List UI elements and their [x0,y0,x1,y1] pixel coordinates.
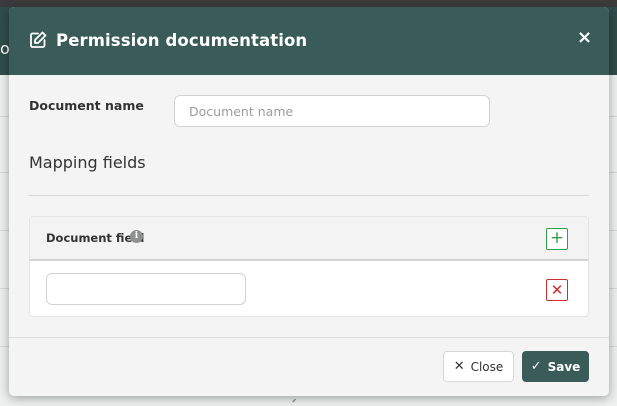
background-topbar [0,0,617,7]
section-divider [29,195,589,196]
background-resize-mark [292,398,299,406]
table-header: Document field i + [30,217,588,261]
check-icon: ✓ [530,359,542,374]
dialog-header: Permission documentation × [9,7,609,75]
save-button[interactable]: ✓ Save [522,351,589,382]
mapping-fields-table: Document field i + ✕ [29,216,589,317]
close-icon: ✕ [453,359,465,374]
remove-field-button[interactable]: ✕ [546,279,568,301]
permission-documentation-dialog: Permission documentation × Document name… [9,7,609,396]
save-button-label: Save [547,359,581,374]
close-button-label: Close [470,359,504,374]
footer-divider [9,337,609,338]
mapping-fields-title: Mapping fields [29,153,146,172]
document-name-input[interactable] [174,95,490,127]
add-field-button[interactable]: + [546,228,568,250]
document-field-input[interactable] [46,273,246,305]
dialog-title: Permission documentation [56,31,308,50]
close-button[interactable]: ✕ Close [443,351,514,382]
dialog-close-icon[interactable]: × [577,29,592,47]
edit-icon [29,31,47,49]
info-icon[interactable]: i [130,230,143,243]
document-name-label: Document name [29,98,144,113]
